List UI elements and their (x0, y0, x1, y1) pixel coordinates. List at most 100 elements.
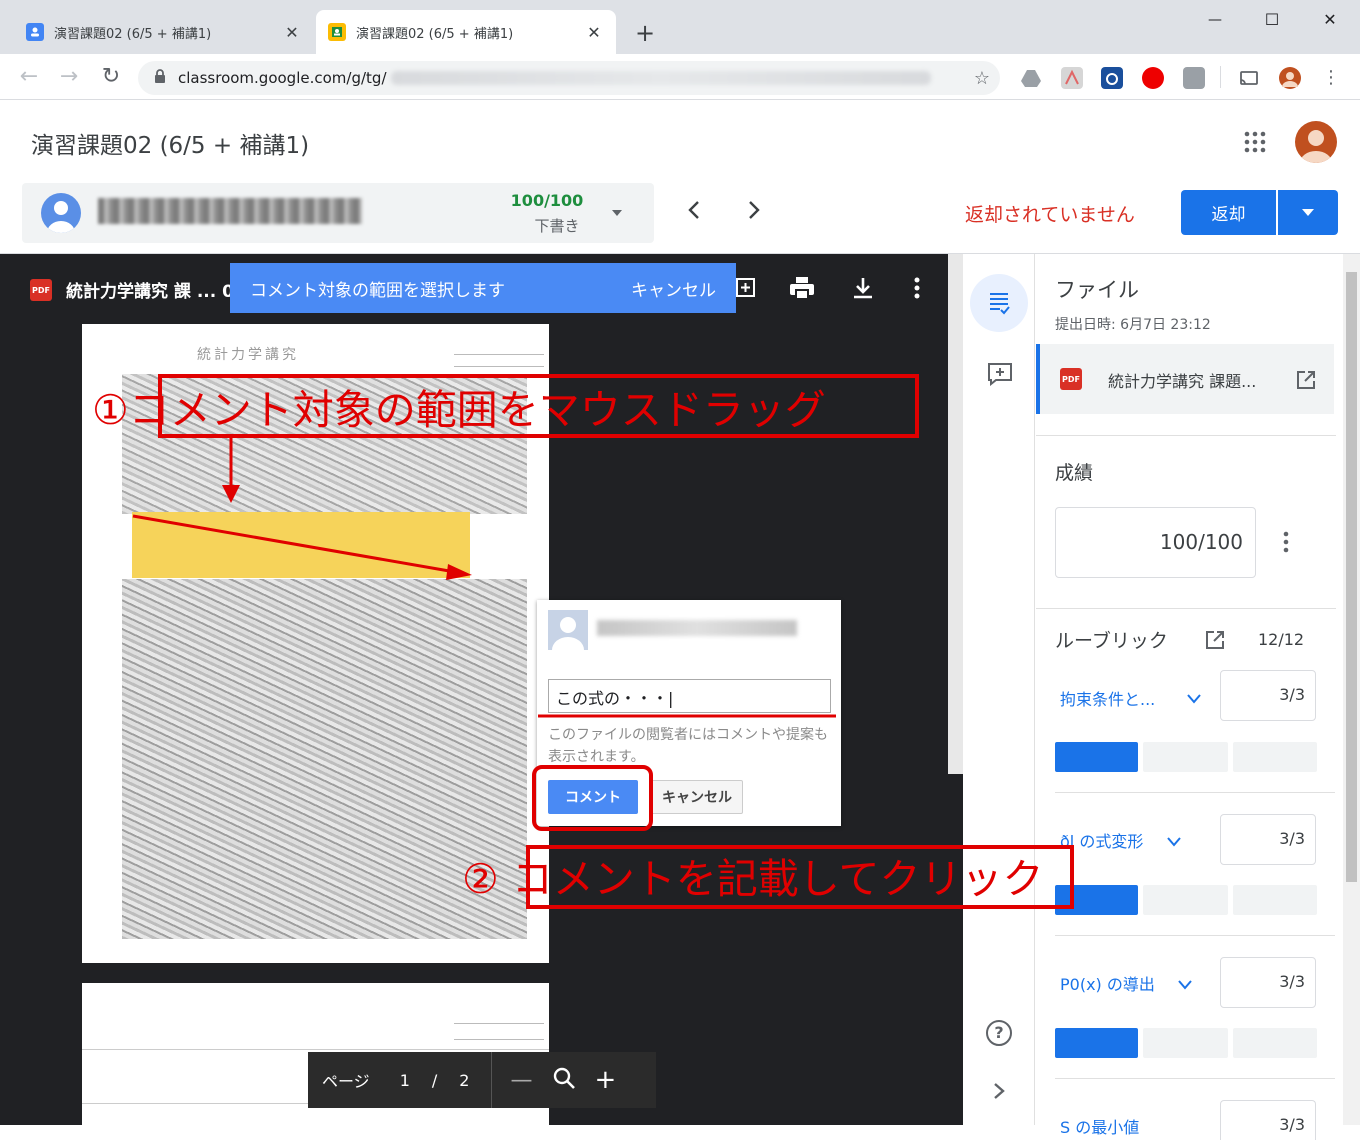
rail-files-button[interactable] (970, 274, 1028, 332)
close-tab-icon[interactable]: ✕ (584, 23, 604, 42)
step2-label: ② コメントを記載してクリック (462, 845, 1044, 905)
print-icon[interactable] (789, 276, 815, 304)
criterion-score-value: 3/3 (1279, 972, 1305, 991)
browser-tab-2[interactable]: 演習課題02 (6/5 + 補講1) ✕ (316, 10, 616, 54)
open-external-icon[interactable] (1296, 370, 1316, 394)
handwritten-title: 統計力学講究 (197, 347, 299, 363)
pdf-extension-icon[interactable] (1061, 67, 1083, 89)
zoom-in-icon[interactable]: + (594, 1065, 616, 1095)
rubric-level[interactable] (1233, 1028, 1317, 1058)
comment-notice: このファイルの閲覧者にはコメントや提案も表示されます。 (548, 727, 828, 765)
close-tab-icon[interactable]: ✕ (282, 23, 302, 42)
comments-icon[interactable] (987, 362, 1013, 390)
add-comment-icon[interactable] (736, 278, 756, 302)
apps-grid-icon[interactable] (1243, 130, 1267, 154)
nav-divider (491, 1052, 493, 1108)
panel-scrollbar[interactable] (1343, 254, 1360, 1125)
rubric-level-selected[interactable] (1055, 885, 1138, 915)
rubric-heading: ルーブリック (1055, 630, 1168, 652)
criterion-score-value: 3/3 (1279, 685, 1305, 704)
rubric-level[interactable] (1233, 885, 1317, 915)
security-extension-icon[interactable] (1142, 67, 1164, 89)
step1-label: ①コメント対象の範囲をマウスドラッグ (92, 376, 826, 436)
attached-file[interactable]: PDF 統計力学講究 課題... (1036, 344, 1334, 414)
rubric-level[interactable] (1143, 885, 1228, 915)
comment-input-value: この式の・・・| (556, 689, 674, 708)
address-bar[interactable]: classroom.google.com/g/tg/ ☆ (138, 61, 1000, 95)
page-header-line (454, 1039, 544, 1040)
current-page[interactable]: 1 (400, 1071, 410, 1090)
previous-student-icon[interactable] (684, 198, 704, 228)
submitted-time: 提出日時: 6月7日 23:12 (1055, 317, 1211, 333)
app-header: 演習課題02 (6/5 + 補講1) 100/100 下書き 返却されていません… (0, 100, 1360, 254)
close-window-button[interactable]: ✕ (1310, 6, 1350, 34)
criterion-score[interactable]: 3/3 (1220, 957, 1316, 1008)
criterion-name[interactable]: S の最小値 (1060, 1114, 1139, 1138)
profile-avatar-icon[interactable] (1279, 67, 1301, 89)
back-icon[interactable]: ← (14, 62, 44, 92)
collapse-panel-icon[interactable] (992, 1082, 1006, 1104)
flag-extension-icon[interactable] (1183, 67, 1205, 89)
rubric-level-selected[interactable] (1055, 742, 1138, 772)
student-status: 下書き (534, 217, 580, 235)
selection-cancel-button[interactable]: キャンセル (631, 276, 716, 301)
panel-scroll-thumb[interactable] (1346, 272, 1357, 882)
drive-extension-icon[interactable] (1020, 67, 1042, 89)
chevron-down-icon[interactable] (610, 205, 624, 224)
grade-menu-icon[interactable] (1282, 530, 1290, 558)
student-score: 100/100 (510, 191, 584, 210)
criterion-name[interactable]: ðl の式変形 (1060, 828, 1143, 852)
criterion-score[interactable]: 3/3 (1220, 670, 1316, 721)
minimize-button[interactable]: — (1195, 6, 1235, 34)
criterion-name[interactable]: 拘束条件と... (1060, 686, 1155, 710)
tab-strip: 演習課題02 (6/5 + 補講1) ✕ 演習課題02 (6/5 + 補講1) … (0, 0, 1360, 54)
zoom-out-icon[interactable]: — (510, 1068, 532, 1093)
chevron-down-icon[interactable] (1186, 690, 1202, 709)
browser-menu-icon[interactable]: ⋮ (1320, 67, 1342, 89)
comment-input[interactable]: この式の・・・| (548, 679, 831, 713)
maximize-button[interactable]: ☐ (1252, 6, 1292, 34)
student-name-blurred (98, 198, 362, 224)
download-icon[interactable] (851, 276, 875, 304)
zoom-icon[interactable] (552, 1066, 576, 1094)
section-divider (1055, 1078, 1335, 1079)
rubric-total: 12/12 (1258, 630, 1305, 649)
more-options-icon[interactable] (913, 276, 921, 304)
rubric-level[interactable] (1143, 742, 1228, 772)
comment-submit-button[interactable]: コメント (548, 780, 638, 814)
cast-icon[interactable] (1238, 67, 1260, 89)
grading-side-panel: ? ファイル 提出日時: 6月7日 23:12 PDF 統計力学講究 課題...… (963, 254, 1360, 1140)
account-avatar[interactable] (1295, 121, 1337, 163)
criterion-score[interactable]: 3/3 (1220, 1100, 1316, 1140)
rubric-level[interactable] (1143, 1028, 1228, 1058)
help-icon[interactable]: ? (986, 1020, 1012, 1046)
return-dropdown-button[interactable] (1278, 190, 1338, 235)
page-label: ページ (322, 1072, 370, 1091)
page-title: 演習課題02 (6/5 + 補講1) (31, 133, 310, 159)
selection-banner-text: コメント対象の範囲を選択します (250, 280, 505, 301)
grade-input[interactable]: 100/100 (1055, 507, 1256, 578)
browser-tab-1[interactable]: 演習課題02 (6/5 + 補講1) ✕ (14, 10, 314, 54)
viewer-scrollbar[interactable] (948, 254, 963, 774)
open-rubric-icon[interactable] (1205, 630, 1225, 654)
new-tab-button[interactable]: + (630, 18, 660, 48)
grade-value: 100/100 (1159, 530, 1243, 554)
return-button[interactable]: 返却 (1181, 190, 1276, 235)
comment-cancel-button[interactable]: キャンセル (651, 780, 743, 814)
chevron-down-icon[interactable] (1166, 833, 1182, 852)
forward-icon[interactable]: → (54, 62, 84, 92)
tab-title: 演習課題02 (6/5 + 補講1) (356, 26, 514, 42)
rubric-level[interactable] (1233, 742, 1317, 772)
lock-extension-icon[interactable] (1101, 67, 1123, 89)
rubric-level-selected[interactable] (1055, 1028, 1138, 1058)
next-student-icon[interactable] (744, 198, 764, 226)
comment-popup: この式の・・・| このファイルの閲覧者にはコメントや提案も表示されます。 コメン… (537, 600, 841, 826)
student-selector[interactable]: 100/100 下書き (22, 183, 654, 243)
criterion-score[interactable]: 3/3 (1220, 814, 1316, 865)
criterion-name[interactable]: P0(x) の導出 (1060, 971, 1155, 995)
star-icon[interactable]: ☆ (974, 68, 990, 89)
reload-icon[interactable]: ↻ (96, 62, 126, 92)
section-divider (1036, 608, 1336, 609)
chevron-down-icon[interactable] (1177, 976, 1193, 995)
selection-banner: コメント対象の範囲を選択します キャンセル (230, 263, 736, 313)
